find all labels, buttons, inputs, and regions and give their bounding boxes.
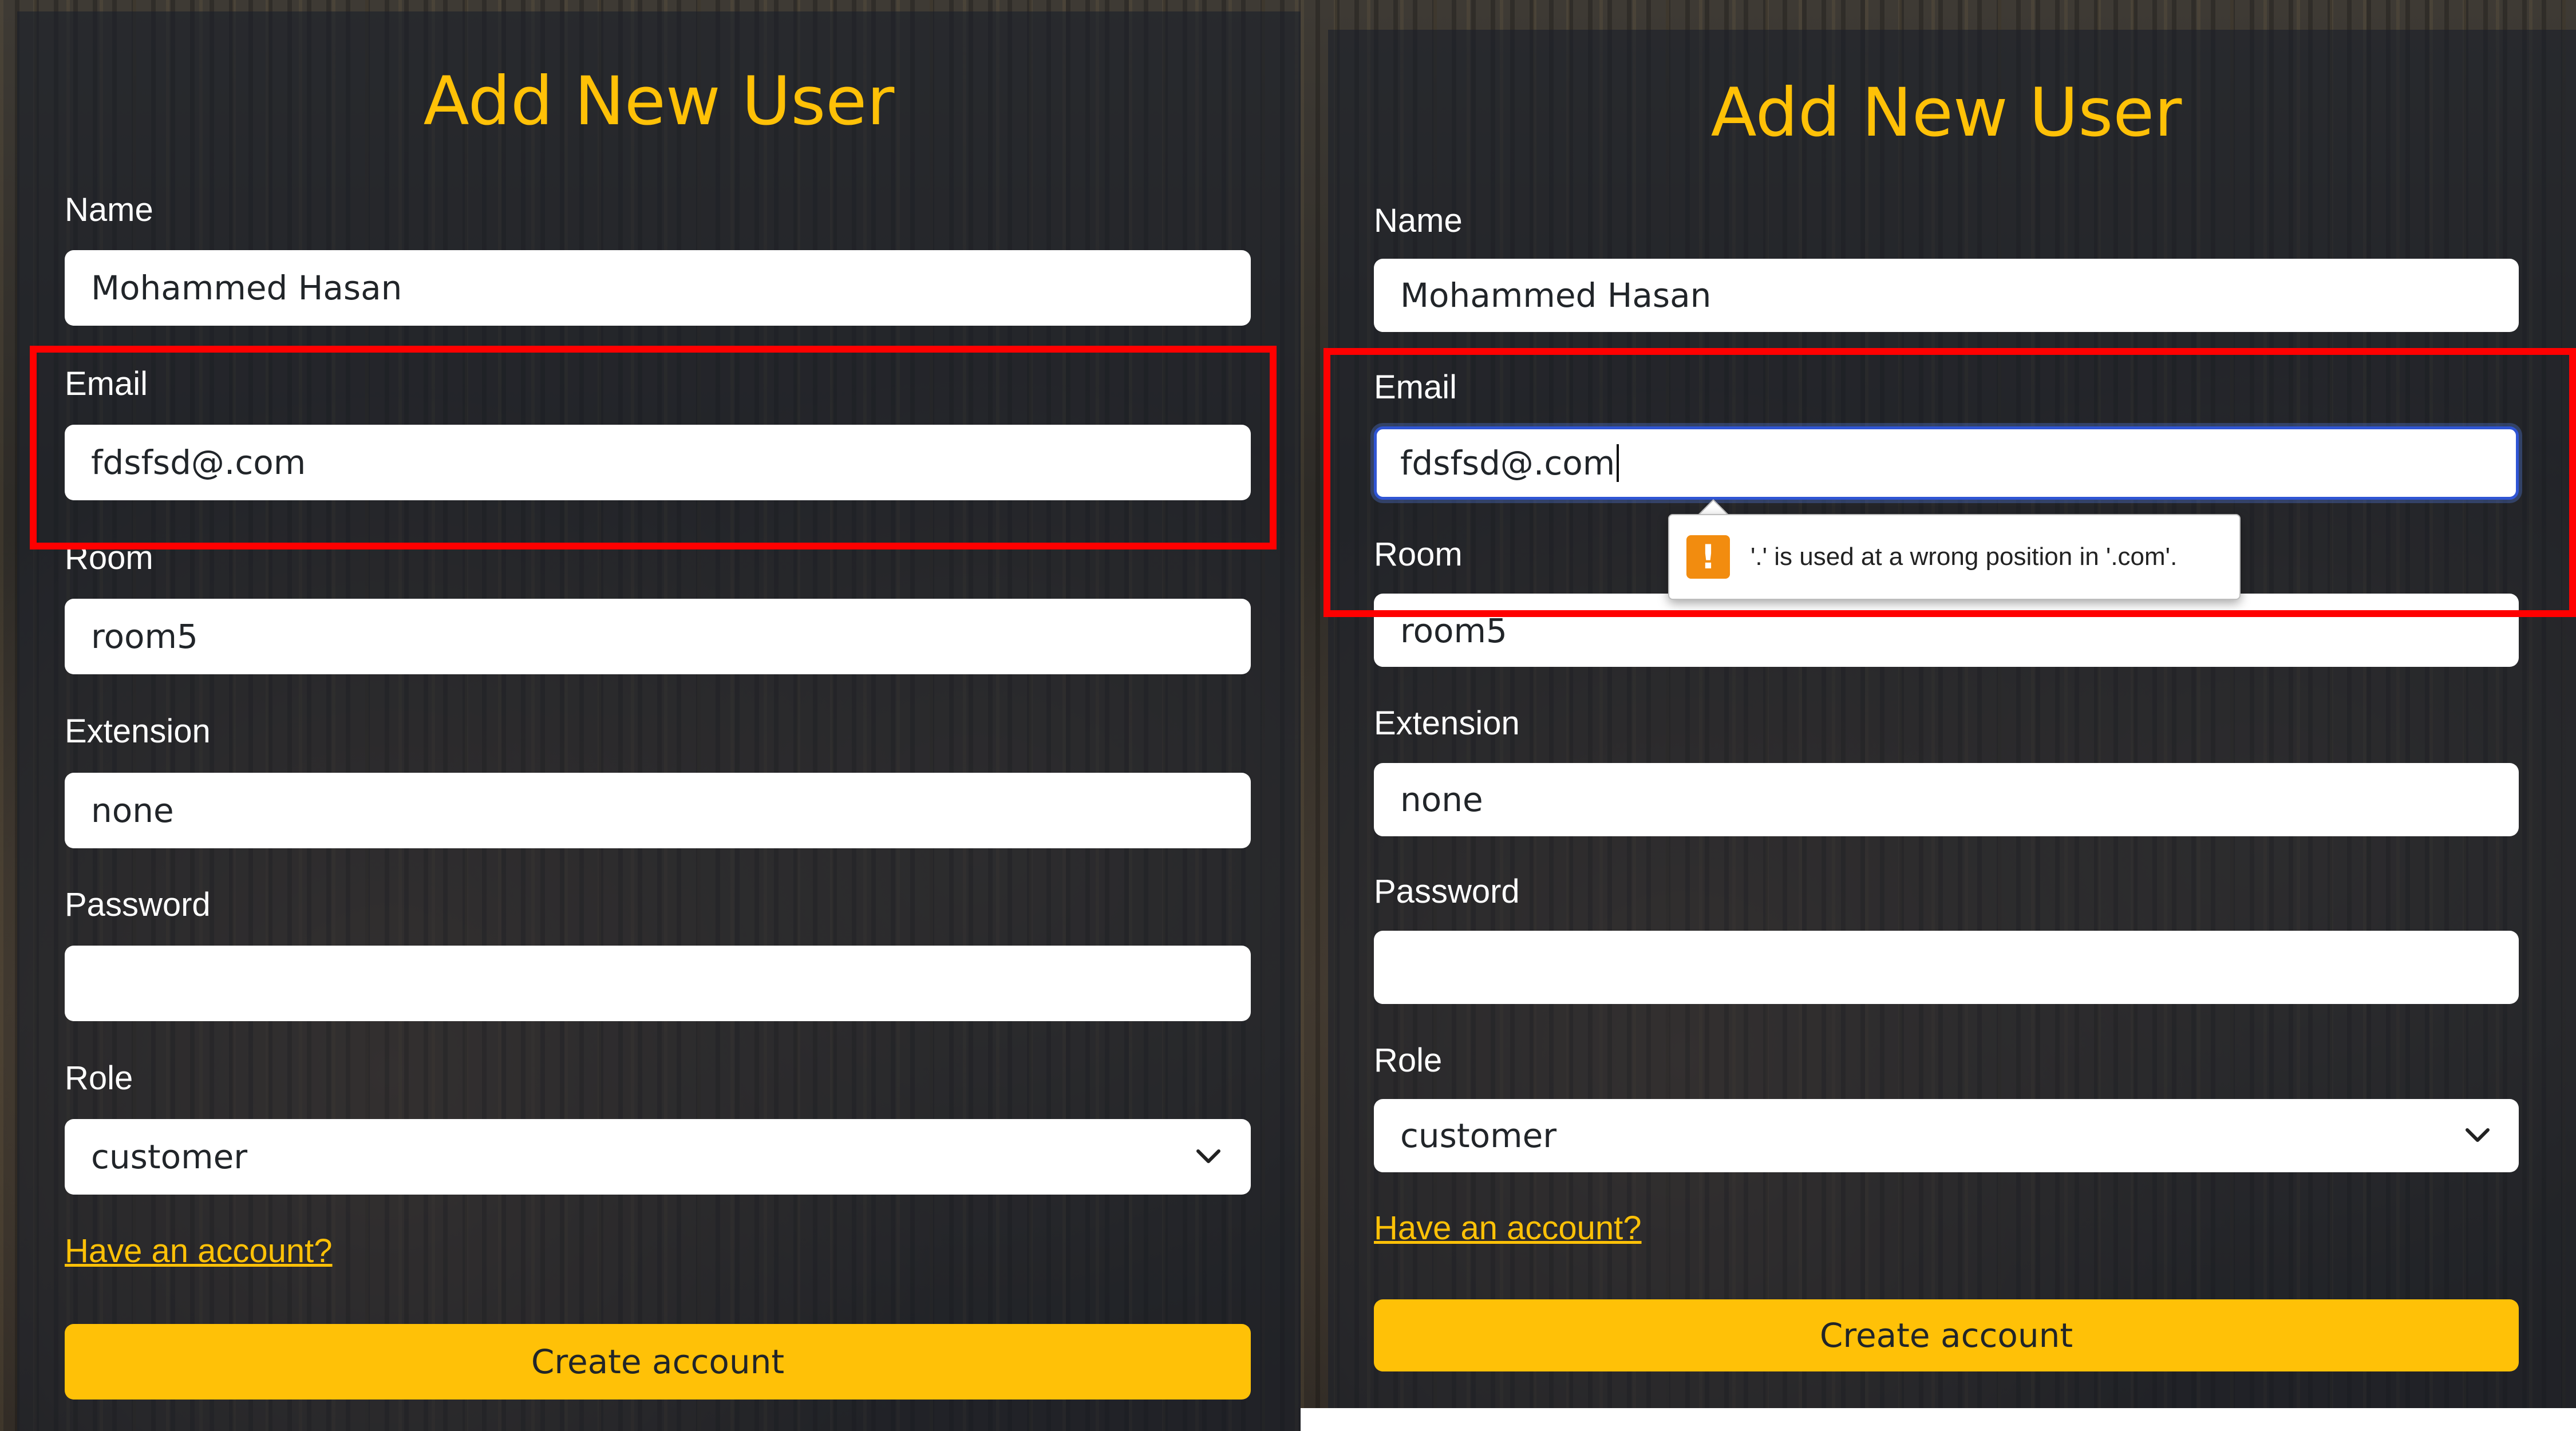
- left-password-input[interactable]: [65, 946, 1251, 1021]
- left-name-label: Name: [65, 191, 153, 228]
- chevron-down-icon: [1196, 1149, 1220, 1163]
- left-screenshot: Add New User Name Mohammed Hasan Email f…: [0, 0, 1301, 1431]
- right-screenshot: Add New User Name Mohammed Hasan Email f…: [1301, 0, 2576, 1408]
- right-create-account-button[interactable]: Create account: [1374, 1299, 2519, 1371]
- right-password-input[interactable]: [1374, 931, 2519, 1004]
- right-extension-label: Extension: [1374, 705, 1520, 742]
- left-have-account-link[interactable]: Have an account?: [65, 1235, 333, 1268]
- chevron-down-icon: [2466, 1128, 2490, 1142]
- left-create-account-button[interactable]: Create account: [65, 1324, 1251, 1400]
- right-role-select[interactable]: customer: [1374, 1099, 2519, 1172]
- right-name-input[interactable]: Mohammed Hasan: [1374, 259, 2519, 332]
- left-role-label: Role: [65, 1060, 133, 1097]
- right-name-label: Name: [1374, 202, 1463, 239]
- right-extension-input[interactable]: none: [1374, 763, 2519, 836]
- left-role-select[interactable]: customer: [65, 1119, 1251, 1195]
- left-extension-label: Extension: [65, 713, 211, 750]
- left-room-input[interactable]: room5: [65, 599, 1251, 674]
- right-have-account-link[interactable]: Have an account?: [1374, 1212, 1642, 1245]
- right-role-selected-value: customer: [1400, 1116, 1557, 1155]
- right-password-label: Password: [1374, 873, 1520, 910]
- left-email-highlight-box: [30, 346, 1277, 550]
- left-password-label: Password: [65, 886, 211, 923]
- right-form-title: Add New User: [1710, 73, 2182, 152]
- right-role-label: Role: [1374, 1042, 1443, 1079]
- left-extension-input[interactable]: none: [65, 773, 1251, 848]
- left-name-input[interactable]: Mohammed Hasan: [65, 250, 1251, 326]
- right-email-highlight-box: [1323, 348, 2576, 617]
- left-form-title: Add New User: [423, 62, 895, 140]
- left-role-selected-value: customer: [91, 1137, 248, 1176]
